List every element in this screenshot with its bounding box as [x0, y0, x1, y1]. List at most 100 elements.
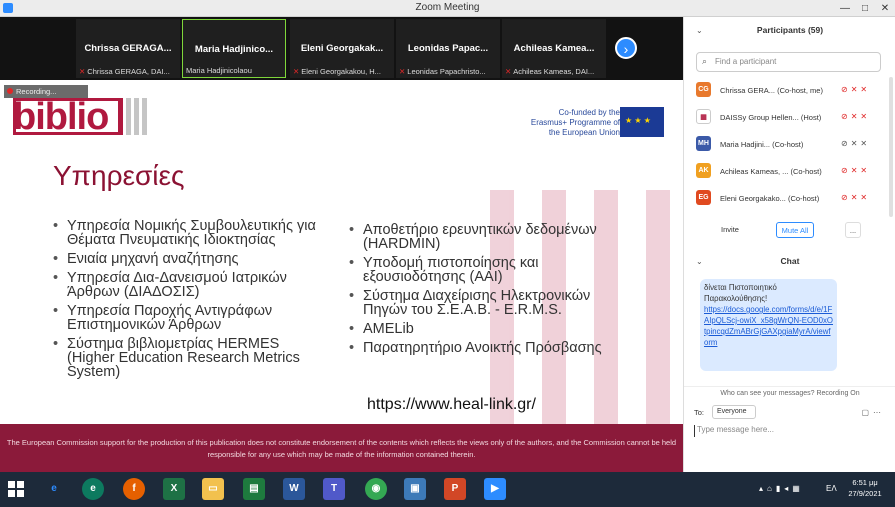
invite-button[interactable]: Invite: [717, 222, 743, 238]
app-icon[interactable]: ▣: [404, 478, 426, 500]
biblio-logo-stripes: [118, 98, 147, 135]
minimize-icon[interactable]: —: [835, 0, 855, 17]
windows-taskbar: e e f X ▭ ▤ W T ◉ ▣ P ▶ ▴⌂▮◂▦ ΕΛ 6:51 μμ…: [0, 472, 895, 507]
participant-name: Achileas Kameas, ... (Co-host): [720, 167, 822, 176]
close-icon[interactable]: ✕: [875, 0, 895, 17]
list-item: Υπηρεσία Δια-Δανεισμού Ιατρικών Άρθρων (…: [53, 271, 328, 300]
edge-icon[interactable]: e: [82, 478, 104, 500]
chat-to-label: To:: [694, 408, 705, 417]
muted-mic-icon: ✕: [293, 67, 300, 76]
participants-header: Participants (59): [756, 25, 824, 35]
chat-message-text: δίνεται Πιστοποιητικό Παρακολούθησης!: [704, 283, 777, 303]
biblio-logo: biblio: [13, 96, 109, 138]
system-tray-icons[interactable]: ▴⌂▮◂▦: [759, 484, 804, 493]
eu-flag-icon: [620, 107, 664, 137]
slide-footer-disclaimer: The European Commission support for the …: [0, 424, 683, 472]
avatar: AK: [696, 163, 711, 178]
muted-mic-icon: ✕: [505, 67, 512, 76]
slide-url: https://www.heal-link.gr/: [367, 396, 536, 413]
file-explorer-icon[interactable]: ▭: [202, 478, 224, 500]
participants-actions: Invite Mute All ...: [684, 222, 895, 242]
teams-icon[interactable]: T: [323, 478, 345, 500]
windows-start-icon[interactable]: [8, 481, 24, 497]
tile-name: Maria Hadjinico...: [194, 44, 274, 55]
video-gallery-strip: Chrissa GERAGA... ✕ Chrissa GERAGA, DAI..…: [0, 17, 683, 80]
language-indicator[interactable]: ΕΛ: [826, 484, 837, 493]
muted-status-icons: ⊘✕✕: [841, 112, 871, 121]
list-item: Παρατηρητήριο Ανοικτής Πρόσβασης: [349, 341, 629, 356]
avatar: MH: [696, 136, 711, 151]
tile-sub: ✕ Chrissa GERAGA, DAI...: [79, 67, 170, 76]
chat-header: Chat: [780, 256, 800, 266]
zoom-icon[interactable]: ▶: [484, 478, 506, 500]
mute-all-button[interactable]: Mute All: [776, 222, 814, 238]
muted-status-icons: ⊘✕✕: [841, 85, 871, 94]
participant-name: Chrissa GERA... (Co-host, me): [720, 86, 823, 95]
list-item: Ενιαία μηχανή αναζήτησης: [53, 252, 328, 267]
video-tile-active-speaker[interactable]: Maria Hadjinico... Maria Hadjinicolaou: [182, 19, 286, 78]
tile-name: Leonidas Papac...: [407, 43, 489, 54]
chat-message-link[interactable]: https://docs.google.com/forms/d/e/1FAIpQ…: [704, 304, 833, 348]
chrome-icon[interactable]: ◉: [365, 478, 387, 500]
tile-name: Eleni Georgakak...: [300, 43, 384, 54]
muted-mic-icon: ✕: [79, 67, 86, 76]
side-panel: ⌄ Participants (59) ⌕ Find a participant…: [683, 17, 895, 472]
video-tile[interactable]: Leonidas Papac... ✕ Leonidas Papachristo.…: [396, 19, 500, 78]
clock[interactable]: 6:51 μμ 27/9/2021: [847, 477, 883, 499]
video-tile[interactable]: Achileas Kamea... ✕ Achileas Kameas, DAI.…: [502, 19, 606, 78]
mic-status-icons: ⊘✕✕: [841, 139, 871, 148]
record-dot-icon: [7, 88, 13, 94]
search-icon: ⌕: [702, 56, 708, 66]
participants-list: CG Chrissa GERA... (Co-host, me) ⊘✕✕ ▦ D…: [684, 78, 895, 213]
muted-mic-icon: ✕: [399, 67, 406, 76]
participant-row[interactable]: AK Achileas Kameas, ... (Co-host) ⊘✕✕: [684, 159, 895, 186]
firefox-icon[interactable]: f: [123, 478, 145, 500]
tile-sub: ✕ Leonidas Papachristo...: [399, 67, 486, 76]
muted-status-icons: ⊘✕✕: [841, 193, 871, 202]
tile-name: Chrissa GERAGA...: [84, 43, 172, 54]
maximize-icon[interactable]: □: [855, 0, 875, 17]
internet-explorer-icon[interactable]: e: [43, 478, 65, 500]
avatar: CG: [696, 82, 711, 97]
shared-screen-slide: Recording... biblio Co-funded by the Era…: [0, 80, 683, 472]
gallery-next-button[interactable]: ›: [615, 37, 637, 59]
tile-sub: ✕ Eleni Georgakakou, H...: [293, 67, 381, 76]
participant-row[interactable]: CG Chrissa GERA... (Co-host, me) ⊘✕✕: [684, 78, 895, 105]
list-item: Υπηρεσία Παροχής Αντιγράφων Επιστημονικώ…: [53, 304, 328, 333]
participant-row[interactable]: ▦ DAISSy Group Hellen... (Host) ⊘✕✕: [684, 105, 895, 132]
list-item: Υπηρεσία Νομικής Συμβουλευτικής για Θέμα…: [53, 219, 328, 248]
powerpoint-icon[interactable]: P: [444, 478, 466, 500]
window-controls: — □ ✕: [835, 0, 895, 17]
title-bar: Zoom Meeting — □ ✕: [0, 0, 895, 17]
window-title: Zoom Meeting: [415, 2, 480, 13]
list-item: Σύστημα Διαχείρισης Ηλεκτρονικών Πηγών τ…: [349, 289, 629, 318]
avatar-logo: ▦: [696, 109, 711, 124]
video-tile[interactable]: Chrissa GERAGA... ✕ Chrissa GERAGA, DAI..…: [76, 19, 180, 78]
chat-visibility-note[interactable]: Who can see your messages? Recording On: [684, 386, 895, 397]
participant-name: DAISSy Group Hellen... (Host): [720, 113, 822, 122]
tile-name: Achileas Kamea...: [513, 43, 595, 54]
chat-file-more-icons[interactable]: ▢⋯: [861, 408, 885, 417]
services-list-left: Υπηρεσία Νομικής Συμβουλευτικής για Θέμα…: [53, 219, 328, 384]
chat-recipient-select[interactable]: Everyone: [712, 405, 756, 419]
avatar: EG: [696, 190, 711, 205]
spreadsheet-icon[interactable]: ▤: [243, 478, 265, 500]
tile-sub: ✕ Achileas Kameas, DAI...: [505, 67, 595, 76]
list-item: Σύστημα βιβλιομετρίας HERMES (Higher Edu…: [53, 337, 328, 380]
participant-name: Eleni Georgakako... (Co-host): [720, 194, 820, 203]
participant-name: Maria Hadjini... (Co-host): [720, 140, 804, 149]
more-options-button[interactable]: ...: [845, 222, 861, 238]
participant-row[interactable]: EG Eleni Georgakako... (Co-host) ⊘✕✕: [684, 186, 895, 213]
video-tile[interactable]: Eleni Georgakak... ✕ Eleni Georgakakou, H…: [290, 19, 394, 78]
excel-icon[interactable]: X: [163, 478, 185, 500]
chat-message-input[interactable]: Type message here...: [694, 425, 884, 437]
erasmus-logo: Co-funded by the Erasmus+ Programme of t…: [524, 105, 674, 139]
tile-sub: Maria Hadjinicolaou: [186, 66, 252, 75]
services-list-right: Αποθετήριο ερευνητικών δεδομένων (HARDMI…: [349, 223, 629, 360]
muted-status-icons: ⊘✕✕: [841, 166, 871, 175]
participant-row[interactable]: MH Maria Hadjini... (Co-host) ⊘✕✕: [684, 132, 895, 159]
participant-search-input[interactable]: ⌕ Find a participant: [696, 52, 881, 72]
word-icon[interactable]: W: [283, 478, 305, 500]
list-item: Αποθετήριο ερευνητικών δεδομένων (HARDMI…: [349, 223, 629, 252]
slide-heading: Υπηρεσίες: [53, 160, 185, 191]
